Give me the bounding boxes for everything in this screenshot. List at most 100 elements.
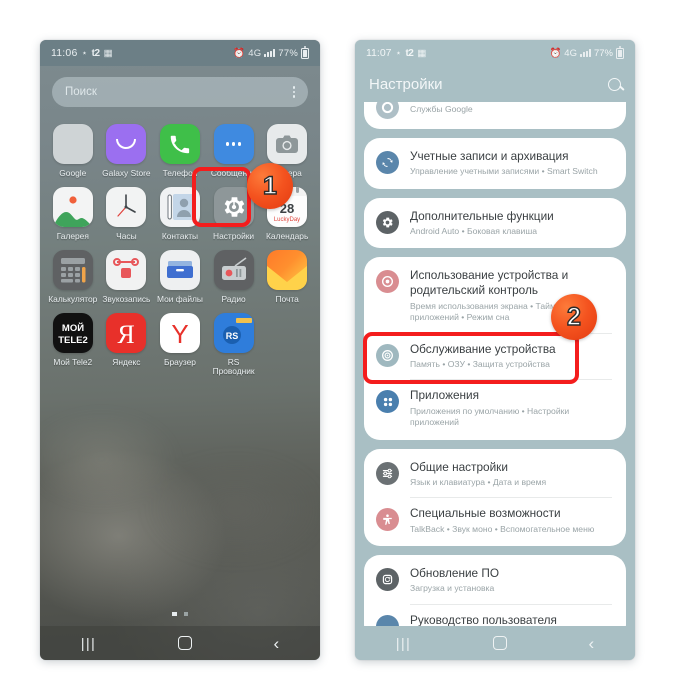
settings-item-software-update[interactable]: Обновление ПО Загрузка и установка <box>364 557 626 604</box>
recents-button[interactable]: ||| <box>81 636 96 650</box>
settings-card: Обновление ПО Загрузка и установка Руков… <box>364 555 626 626</box>
alarm-icon: ⏰ <box>233 47 246 59</box>
app-galaxy-store[interactable]: Galaxy Store <box>100 116 154 179</box>
app-my-files[interactable]: Мои файлы <box>153 242 207 305</box>
page-title: Настройки <box>369 75 443 93</box>
settings-list[interactable]: Службы Google Учетные записи и архивация… <box>355 102 635 626</box>
app-label: Калькулятор <box>48 293 98 304</box>
screenshot-icon: ▦ <box>103 47 113 59</box>
settings-item-title: Специальные возможности <box>410 506 561 521</box>
clock-icon <box>106 186 147 227</box>
settings-item-device-care[interactable]: Обслуживание устройства Память • ОЗУ • З… <box>364 332 626 380</box>
settings-item-general-management[interactable]: Общие настройки Язык и клавиатура • Дата… <box>364 451 626 498</box>
settings-header: Настройки <box>355 66 635 102</box>
app-contacts[interactable]: Контакты <box>153 179 207 242</box>
app-slot-empty <box>260 305 314 377</box>
carrier-label: t2 <box>405 47 414 59</box>
settings-card: Учетные записи и архивация Управление уч… <box>364 138 626 189</box>
settings-item-subtitle: TalkBack • Звук моно • Вспомогательное м… <box>410 523 595 534</box>
app-label: Радио <box>221 293 246 304</box>
navigation-bar: ||| ‹ <box>40 626 320 660</box>
settings-item-title: Общие настройки <box>410 459 508 474</box>
app-radio[interactable]: Радио <box>207 242 261 305</box>
settings-item-apps[interactable]: Приложения Приложения по умолчанию • Нас… <box>364 379 626 437</box>
back-button[interactable]: ‹ <box>588 635 594 652</box>
gallery-icon <box>52 186 93 227</box>
app-calculator[interactable]: Калькулятор <box>46 242 100 305</box>
settings-item-title: Приложения <box>410 388 480 403</box>
radio-icon <box>213 249 254 290</box>
settings-card: Дополнительные функции Android Auto • Бо… <box>364 197 626 249</box>
settings-item-subtitle: Приложения по умолчанию • Настройки прил… <box>410 405 570 428</box>
app-label: Google <box>59 168 87 178</box>
app-yandex[interactable]: Я Яндекс <box>100 305 154 377</box>
app-label: Браузер <box>164 356 196 367</box>
accessibility-icon <box>376 508 399 532</box>
app-label: Часы <box>116 230 137 241</box>
screenshot-stage: 11:06 ⋆ t2 ▦ ⏰ 4G 77% Поиск Google Galax… <box>0 0 694 700</box>
app-phone[interactable]: Телефон <box>153 116 207 179</box>
navigation-bar: ||| ‹ <box>355 626 635 660</box>
app-label: Почта <box>275 293 299 304</box>
app-google[interactable]: Google <box>46 116 100 179</box>
network-type-icon: 4G <box>564 47 577 59</box>
search-icon[interactable] <box>608 77 621 91</box>
app-clock[interactable]: Часы <box>100 179 154 242</box>
recents-button[interactable]: ||| <box>396 636 411 650</box>
software-update-icon <box>376 568 399 592</box>
app-browser[interactable]: Y Браузер <box>153 305 207 377</box>
home-button[interactable] <box>492 636 507 650</box>
settings-item-advanced-features[interactable]: Дополнительные функции Android Auto • Бо… <box>364 200 626 247</box>
device-care-icon <box>376 343 399 367</box>
signal-icon <box>579 49 591 57</box>
svg-text:RS: RS <box>225 331 238 341</box>
back-button[interactable]: ‹ <box>273 635 279 652</box>
search-placeholder: Поиск <box>65 86 97 98</box>
step-badge-1: 1 <box>247 163 293 209</box>
advanced-features-icon <box>376 210 399 234</box>
galaxy-store-icon <box>106 124 147 164</box>
app-voice-recorder[interactable]: Звукозапись <box>100 242 154 305</box>
app-label: Мои файлы <box>157 293 203 304</box>
page-indicator[interactable] <box>40 611 320 616</box>
app-label: Мой Tele2 <box>53 356 93 367</box>
app-my-tele2[interactable]: МОЙ TELE2 Мой Tele2 <box>46 305 100 377</box>
user-manual-icon <box>376 614 399 626</box>
wifi-off-icon: ⋆ <box>81 47 88 59</box>
settings-item-subtitle: Android Auto • Боковая клавиша <box>410 225 538 236</box>
screenshot-icon: ▦ <box>417 47 427 59</box>
battery-icon <box>301 45 309 59</box>
settings-item-title: Использование устройства и родительский … <box>410 268 569 298</box>
settings-item-google[interactable]: Службы Google <box>364 102 626 127</box>
svg-text:МОЙ: МОЙ <box>62 322 84 334</box>
search-input[interactable]: Поиск <box>52 77 308 107</box>
app-mail[interactable]: Почта <box>260 242 314 305</box>
settings-item-accounts[interactable]: Учетные записи и архивация Управление уч… <box>364 140 626 187</box>
messages-icon <box>213 124 254 164</box>
network-type-icon: 4G <box>248 47 262 59</box>
step-badge-2: 2 <box>551 294 597 340</box>
settings-card: Использование устройства и родительский … <box>364 257 626 440</box>
settings-card: Службы Google <box>364 102 626 129</box>
battery-percent: 77% <box>278 47 298 59</box>
home-button[interactable] <box>177 636 192 650</box>
settings-item-accessibility[interactable]: Специальные возможности TalkBack • Звук … <box>364 497 626 544</box>
settings-item-title: Обновление ПО <box>410 566 500 581</box>
settings-item-title: Обслуживание устройства <box>410 341 556 356</box>
settings-item-subtitle: Загрузка и установка <box>410 583 495 594</box>
svg-text:TELE2: TELE2 <box>58 335 88 346</box>
app-rs-explorer[interactable]: RS RS Проводник <box>207 305 261 377</box>
svg-text:Y: Y <box>171 319 188 349</box>
app-gallery[interactable]: Галерея <box>46 179 100 242</box>
settings-item-title: Руководство пользователя <box>410 612 557 626</box>
status-time: 11:07 <box>366 47 392 59</box>
app-label: Звукозапись <box>102 293 151 304</box>
settings-item-user-manual[interactable]: Руководство пользователя <box>364 603 626 626</box>
settings-item-title: Учетные записи и архивация <box>410 149 569 163</box>
google-folder-icon <box>52 124 93 164</box>
phone-settings-screen: 11:07 ⋆ t2 ▦ ⏰ 4G 77% Настройки Службы G… <box>355 40 635 660</box>
settings-item-subtitle: Язык и клавиатура • Дата и время <box>410 476 547 487</box>
app-label: Галерея <box>56 230 89 241</box>
kebab-menu-icon[interactable] <box>292 86 295 98</box>
yandex-icon: Я <box>106 312 147 353</box>
